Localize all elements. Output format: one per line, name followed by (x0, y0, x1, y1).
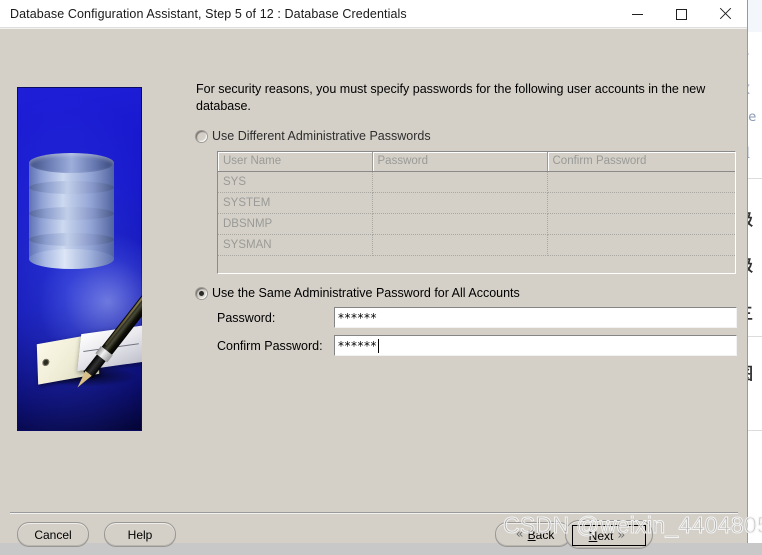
column-header-password: Password (372, 152, 548, 172)
table-header-row: User Name Password Confirm Password (218, 152, 735, 172)
confirm-password-input[interactable]: ****** (334, 335, 737, 356)
next-button[interactable]: Next » (565, 520, 653, 549)
back-button[interactable]: « Back (495, 522, 571, 547)
minimize-icon (631, 13, 643, 15)
database-credentials-illustration (17, 87, 142, 431)
cancel-button[interactable]: Cancel (17, 522, 89, 547)
title-bar: Database Configuration Assistant, Step 5… (0, 0, 747, 28)
chevron-right-icon: » (617, 528, 626, 543)
cell-password[interactable] (372, 234, 548, 256)
cell-confirm-password[interactable] (547, 171, 735, 193)
maximize-icon (675, 8, 687, 20)
button-bar: Cancel Help « Back Next » (0, 517, 748, 555)
confirm-password-value: ****** (338, 338, 377, 353)
table-row[interactable]: SYSTEM (218, 192, 735, 214)
radio-selected-icon (196, 287, 207, 299)
radio-use-different-passwords[interactable]: Use Different Administrative Passwords (196, 129, 741, 143)
password-input[interactable]: ****** (334, 307, 737, 328)
dialog-body: For security reasons, you must specify p… (0, 28, 747, 549)
radio-use-same-password-label: Use the Same Administrative Password for… (212, 286, 520, 300)
column-header-confirm-password: Confirm Password (547, 152, 735, 172)
text-cursor (378, 338, 379, 353)
cell-password[interactable] (372, 171, 548, 193)
window-controls (615, 0, 747, 28)
window-title: Database Configuration Assistant, Step 5… (10, 6, 407, 21)
cell-user-name: DBSNMP (218, 213, 373, 235)
button-bar-separator (10, 512, 738, 513)
radio-use-different-passwords-label: Use Different Administrative Passwords (212, 129, 431, 143)
chevron-left-icon: « (515, 527, 524, 542)
help-button[interactable]: Help (104, 522, 176, 547)
confirm-password-row: Confirm Password: ****** (217, 335, 741, 356)
back-button-label: Back (527, 527, 555, 542)
close-button[interactable] (703, 0, 747, 28)
minimize-button[interactable] (615, 0, 659, 28)
table-row[interactable]: SYS (218, 171, 735, 193)
close-icon (719, 8, 731, 20)
password-label: Password: (217, 310, 276, 325)
dbca-dialog-window: Database Configuration Assistant, Step 5… (0, 0, 748, 549)
instruction-text: For security reasons, you must specify p… (196, 82, 706, 113)
cell-confirm-password[interactable] (547, 234, 735, 256)
column-header-user-name: User Name (218, 152, 373, 172)
cell-confirm-password[interactable] (547, 192, 735, 214)
cell-user-name: SYS (218, 171, 373, 193)
cell-confirm-password[interactable] (547, 213, 735, 235)
password-value: ****** (338, 310, 377, 325)
confirm-password-label: Confirm Password: (217, 338, 323, 353)
cell-user-name: SYSMAN (218, 234, 373, 256)
cancel-button-label: Cancel (34, 527, 72, 542)
cell-password[interactable] (372, 192, 548, 214)
content-panel: For security reasons, you must specify p… (196, 81, 741, 356)
maximize-button[interactable] (659, 0, 703, 28)
same-password-group: Use the Same Administrative Password for… (196, 286, 741, 356)
help-button-label: Help (127, 527, 153, 542)
table-row[interactable]: DBSNMP (218, 213, 735, 235)
radio-use-same-password[interactable]: Use the Same Administrative Password for… (196, 286, 741, 300)
credentials-table[interactable]: User Name Password Confirm Password SYS (217, 151, 736, 274)
cell-user-name: SYSTEM (218, 192, 373, 214)
cell-password[interactable] (372, 213, 548, 235)
radio-unselected-icon (196, 130, 207, 142)
table-row[interactable]: SYSMAN (218, 234, 735, 256)
next-button-label: Next (588, 528, 614, 543)
database-cylinder-icon (29, 153, 114, 269)
password-row: Password: ****** (217, 307, 741, 328)
